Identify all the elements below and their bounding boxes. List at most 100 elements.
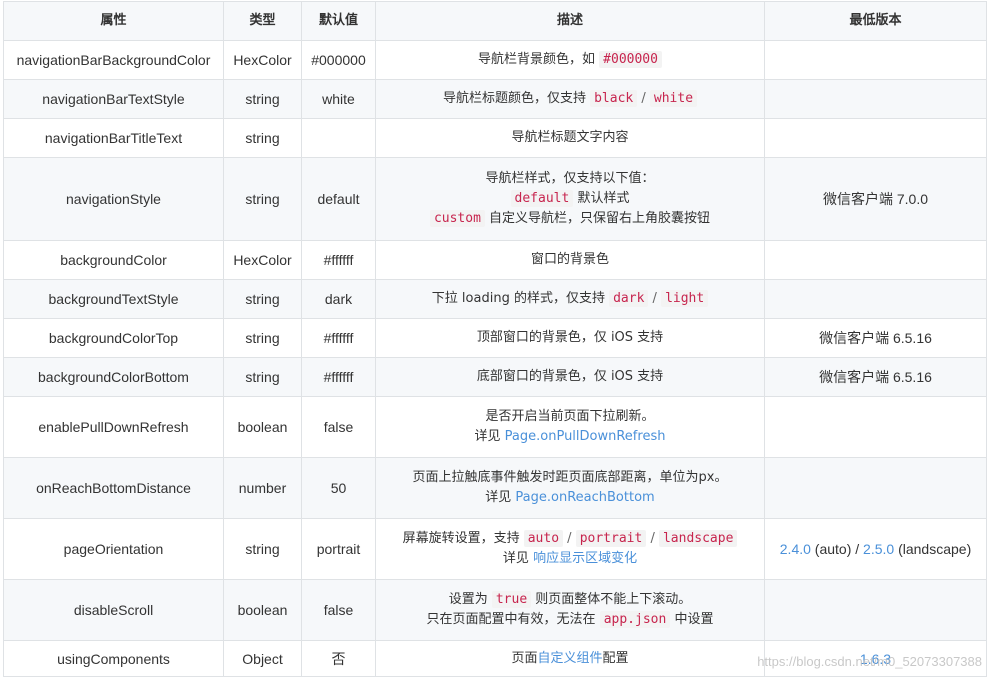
desc-text: 导航栏样式，仅支持以下值： [485,171,655,186]
cell-default: #000000 [301,40,376,80]
description-line: 详见 响应显示区域变化 [380,549,760,569]
doc-link[interactable]: Page.onReachBottom [515,490,654,505]
inline-code: portrait [575,530,647,547]
cell-property: navigationBarTitleText [3,118,224,158]
desc-text: 只在页面配置中有效，无法在 [426,612,600,627]
cell-property: usingComponents [3,640,224,677]
cell-type: string [223,518,302,580]
table-body: navigationBarBackgroundColor HexColor #000… [3,40,987,677]
desc-text: 默认样式 [573,191,630,206]
desc-text: 中设置 [670,612,714,627]
cell-default: false [301,396,376,458]
cell-description: 导航栏标题文字内容 [375,118,765,158]
cell-min-version [764,79,987,119]
cell-min-version [764,579,987,641]
description-line: 导航栏标题颜色，仅支持 black / white [380,89,760,109]
cell-property: navigationStyle [3,157,224,241]
desc-text: 微信客户端 6.5.16 [819,369,932,385]
cell-type: Object [223,640,302,677]
desc-text: 微信客户端 6.5.16 [819,330,932,346]
cell-description: 窗口的背景色 [375,240,765,280]
desc-text: 底部窗口的背景色，仅 iOS 支持 [476,369,664,384]
inline-code: landscape [658,530,738,547]
header-type: 类型 [223,1,302,41]
description-line: 窗口的背景色 [380,250,760,270]
table-row: onReachBottomDistance number 50 页面上拉触底事件触发时… [3,457,987,519]
cell-property: onReachBottomDistance [3,457,224,519]
cell-type: string [223,279,302,319]
table-row: navigationBarTextStyle string white 导航栏标题颜色… [3,79,987,119]
desc-text: 设置为 [448,592,492,607]
desc-text: 窗口的背景色 [530,252,609,267]
desc-text: (landscape) [894,541,972,557]
table-row: disableScroll boolean false 设置为 true 则页面整体不… [3,579,987,641]
inline-code: black [590,90,638,107]
cell-property: enablePullDownRefresh [3,396,224,458]
separator-text: / [637,91,650,106]
cell-property: backgroundColorBottom [3,357,224,397]
cell-default: dark [301,279,376,319]
desc-text: (auto) / [810,541,864,557]
doc-link[interactable]: 响应显示区域变化 [533,551,637,566]
cell-description: 屏幕旋转设置，支持 auto / portrait / landscape 详见 … [375,518,765,580]
separator-text: / [563,531,576,546]
page: 属性 类型 默认值 描述 最低版本 navigationBarBackgroun… [0,1,996,677]
desc-text: 导航栏标题颜色，仅支持 [442,91,591,106]
desc-text: 微信客户端 7.0.0 [822,191,929,207]
cell-default: #ffffff [301,318,376,358]
desc-text: 导航栏背景颜色，如 [478,52,600,67]
cell-type: string [223,79,302,119]
description-line: 底部窗口的背景色，仅 iOS 支持 [380,367,760,387]
description-line: default 默认样式 [380,189,760,209]
description-line: 导航栏样式，仅支持以下值： [380,169,760,189]
cell-default: 50 [301,457,376,519]
description-line: custom 自定义导航栏，只保留右上角胶囊按钮 [380,209,760,229]
header-description: 描述 [375,1,765,41]
doc-link[interactable]: Page.onPullDownRefresh [505,429,666,444]
cell-default [301,118,376,158]
inline-code: default [510,190,574,207]
cell-description: 导航栏背景颜色，如 #000000 [375,40,765,80]
cell-type: HexColor [223,240,302,280]
cell-description: 导航栏标题颜色，仅支持 black / white [375,79,765,119]
doc-link[interactable]: 2.4.0 [780,541,811,557]
attribute-table: 属性 类型 默认值 描述 最低版本 navigationBarBackgroun… [3,1,987,677]
description-line: 下拉 loading 的样式，仅支持 dark / light [380,289,760,309]
cell-property: backgroundColorTop [3,318,224,358]
inline-code: dark [609,290,649,307]
cell-property: navigationBarTextStyle [3,79,224,119]
cell-property: backgroundTextStyle [3,279,224,319]
inline-code: custom [429,210,485,227]
description-line: 屏幕旋转设置，支持 auto / portrait / landscape [380,529,760,549]
desc-text: 页面 [511,650,538,666]
inline-code: #000000 [599,51,662,68]
cell-min-version [764,279,987,319]
cell-type: number [223,457,302,519]
doc-link[interactable]: 自定义组件 [537,651,602,666]
table-row: navigationBarTitleText string 导航栏标题文字内容 [3,118,987,158]
description-line: 详见 Page.onReachBottom [380,488,760,508]
cell-property: disableScroll [3,579,224,641]
cell-description: 页面自定义组件配置 [375,640,765,677]
cell-min-version [764,396,987,458]
doc-link[interactable]: 2.5.0 [863,541,894,557]
table-header: 属性 类型 默认值 描述 最低版本 [3,1,987,41]
cell-min-version [764,457,987,519]
cell-description: 设置为 true 则页面整体不能上下滚动。 只在页面配置中有效，无法在 app.j… [375,579,765,641]
inline-code: light [661,290,709,307]
doc-link[interactable]: 1.6.3 [860,651,891,667]
separator-text: / [648,291,662,306]
table-row: pageOrientation string portrait 屏幕旋转设置，支持 a… [3,518,987,580]
desc-text: 页面上拉触底事件触发时距页面底部距离，单位为px。 [412,470,728,485]
description-line: 设置为 true 则页面整体不能上下滚动。 [380,590,760,610]
cell-default: #ffffff [301,240,376,280]
cell-min-version [764,118,987,158]
cell-description: 下拉 loading 的样式，仅支持 dark / light [375,279,765,319]
table-row: navigationBarBackgroundColor HexColor #000… [3,40,987,80]
cell-description: 底部窗口的背景色，仅 iOS 支持 [375,357,765,397]
table-row: backgroundColor HexColor #ffffff 窗口的背景色 [3,240,987,280]
cell-description: 是否开启当前页面下拉刷新。 详见 Page.onPullDownRefresh [375,396,765,458]
cell-description: 顶部窗口的背景色，仅 iOS 支持 [375,318,765,358]
description-line: 页面上拉触底事件触发时距页面底部距离，单位为px。 [380,468,760,488]
cell-default: white [301,79,376,119]
